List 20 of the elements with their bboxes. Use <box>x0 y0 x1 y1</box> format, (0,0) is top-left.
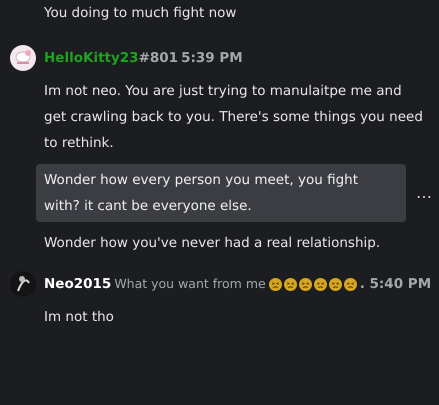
avatar-icon[interactable] <box>10 271 36 297</box>
message-text: You doing to much fight now <box>44 4 238 23</box>
more-options-button[interactable]: … <box>416 185 432 201</box>
message-text: Wonder how every person you meet, you fight with? it cant be everyone else. <box>36 164 406 222</box>
message-text: Im not tho <box>44 308 115 327</box>
status-text: What you want from me <box>114 274 266 293</box>
emoji-icon <box>344 278 357 290</box>
emoji-icon <box>298 278 312 290</box>
username[interactable]: HelloKitty23 <box>44 48 139 68</box>
emoji-icon <box>284 278 297 290</box>
user-tag: #801 <box>138 48 178 68</box>
emoji-icon <box>314 278 327 290</box>
timestamp: 5:39 PM <box>181 48 243 68</box>
timestamp: . 5:40 PM <box>360 274 432 294</box>
avatar-icon[interactable] <box>10 45 36 71</box>
username[interactable]: Neo2015 <box>44 274 112 294</box>
message-text: Im not neo. You are just trying to manulaitpe me and get crawling back to you. There's some things you need to rethink. <box>44 82 424 153</box>
message-text: Wonder how you've never had a real relationship. <box>44 234 382 253</box>
emoji-icon <box>268 278 282 290</box>
emoji-icon <box>328 278 342 290</box>
